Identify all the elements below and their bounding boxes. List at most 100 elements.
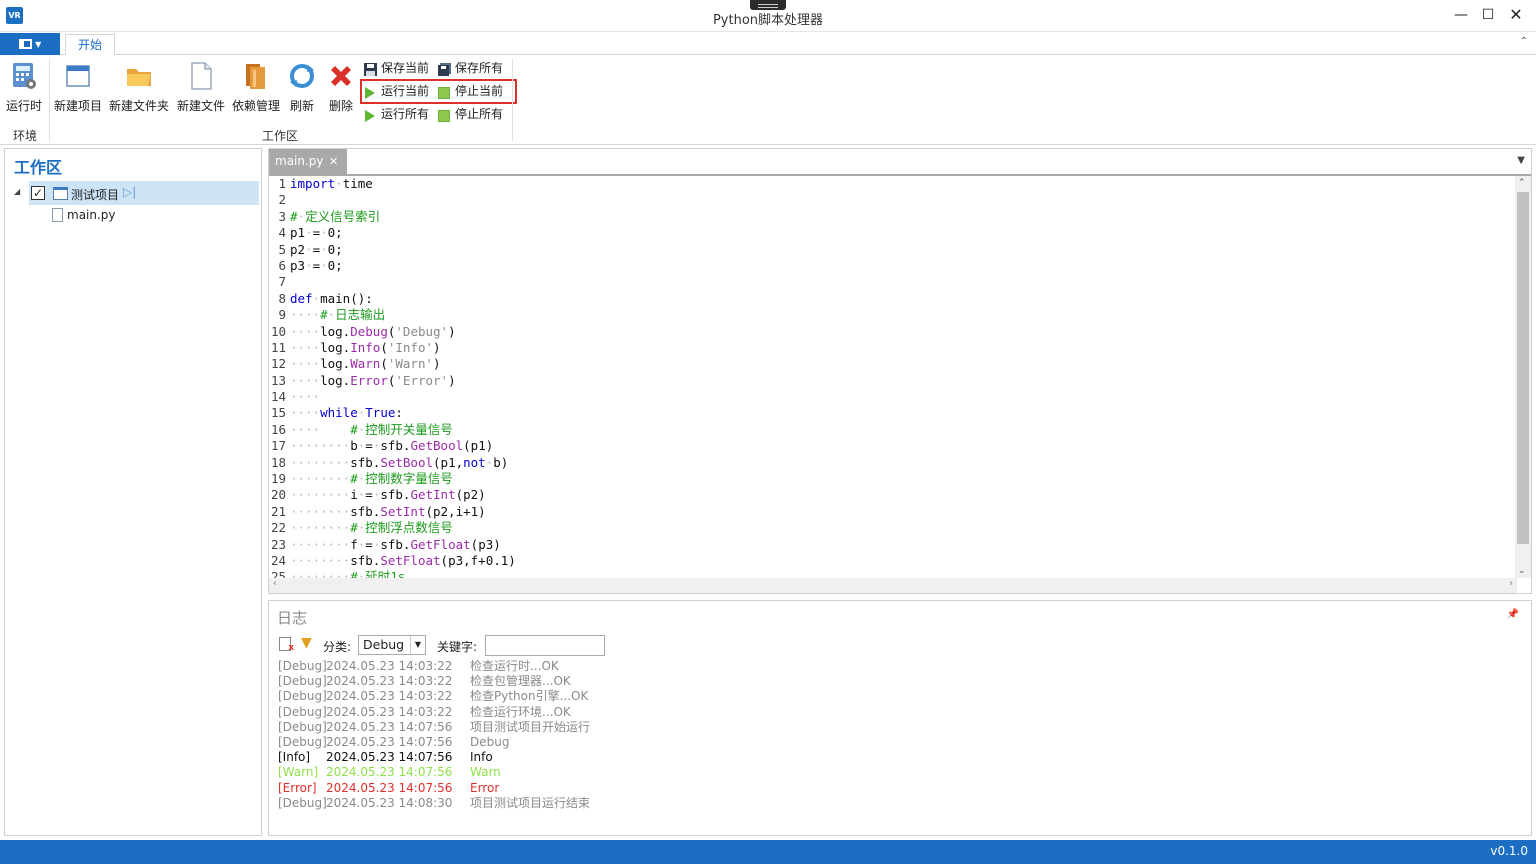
delete-button[interactable]: 删除 [324,59,358,117]
chevron-down-icon[interactable]: ▼ [1517,155,1525,166]
code-line[interactable]: 9 ····#·日志输出 [269,307,1517,323]
code-text: ········sfb.SetBool(p1,not·b) [290,454,509,470]
log-time: 2024.05.23 14:07:56 [326,780,453,795]
pin-icon[interactable]: 📌 [1507,609,1519,620]
code-line[interactable]: 2 [269,192,1517,208]
close-button[interactable]: ✕ [1503,4,1529,26]
log-level: [Debug] [278,704,327,719]
code-line[interactable]: 14 ···· [269,389,1517,405]
editor-tab-main[interactable]: main.py ✕ [269,149,347,174]
delete-x-icon [327,61,355,91]
code-line[interactable]: 20 ········i·=·sfb.GetInt(p2) [269,487,1517,503]
maximize-button[interactable]: ☐ [1475,4,1501,26]
code-line[interactable]: 4 p1·=·0; [269,225,1517,241]
log-level: [Error] [278,780,317,795]
log-level: [Debug] [278,689,327,704]
code-line[interactable]: 18 ········sfb.SetBool(p1,not·b) [269,455,1517,471]
stop-icon [437,108,451,123]
code-line[interactable]: 15 ····while·True: [269,405,1517,421]
category-label: 分类: [323,640,352,654]
minimize-button[interactable]: — [1448,4,1474,26]
line-number: 8 [278,290,286,306]
line-number: 25 [270,569,286,578]
code-line[interactable]: 13 ····log.Error('Error') [269,373,1517,389]
filter-icon[interactable]: ▼ [301,635,312,651]
log-message: 检查包管理器...OK [470,674,571,689]
stop-all-button[interactable]: 停止所有 [436,104,503,124]
code-text: ········i·=·sfb.GetInt(p2) [290,487,486,503]
dependency-button[interactable]: 依赖管理 [230,59,282,117]
code-line[interactable]: 22 ········#·控制浮点数信号 [269,520,1517,536]
runtime-button[interactable]: 运行时 [4,59,44,117]
run-all-button[interactable]: 运行所有 [362,104,429,124]
close-icon[interactable]: ✕ [329,149,338,174]
title-bar: VR Python脚本处理器 — ☐ ✕ [0,0,1536,32]
scrollbar-thumb[interactable] [1517,192,1529,544]
code-line[interactable]: 8 def·main(): [269,291,1517,307]
save-all-button[interactable]: 保存所有 [436,58,503,78]
save-current-button[interactable]: 保存当前 [362,58,429,78]
new-folder-button[interactable]: 新建文件夹 [107,59,171,117]
code-line[interactable]: 1 import·time [269,176,1517,192]
log-time: 2024.05.23 14:07:56 [326,719,453,734]
calculator-gear-icon [10,61,38,91]
code-line[interactable]: 3 #·定义信号索引 [269,209,1517,225]
code-line[interactable]: 6 p3·=·0; [269,258,1517,274]
code-line[interactable]: 7 [269,274,1517,290]
line-number: 21 [270,503,286,519]
highlight-box [360,79,517,104]
log-level: [Debug] [278,719,327,734]
code-line[interactable]: 24 ········sfb.SetFloat(p3,f+0.1) [269,553,1517,569]
code-line[interactable]: 19 ········#·控制数字量信号 [269,471,1517,487]
code-line[interactable]: 25 ········#·延时1s [269,569,1517,578]
drag-handle[interactable] [750,0,786,10]
new-project-button[interactable]: 新建项目 [52,59,104,117]
code-text: p1·=·0; [290,225,343,241]
code-text: ········f·=·sfb.GetFloat(p3) [290,536,501,552]
app-menu-button[interactable]: ▼ [0,33,60,55]
line-number: 20 [270,487,286,503]
code-line[interactable]: 10 ····log.Debug('Debug') [269,324,1517,340]
code-line[interactable]: 17 ········b·=·sfb.GetBool(p1) [269,438,1517,454]
code-text: ····log.Debug('Debug') [290,323,456,339]
code-line[interactable]: 11 ····log.Info('Info') [269,340,1517,356]
tree-expand-icon[interactable]: ◢ [14,187,20,196]
line-number: 13 [270,372,286,388]
tree-file-label[interactable]: main.py [67,208,116,222]
clear-log-icon[interactable]: x [279,637,294,653]
code-text: ···· #·控制开关量信号 [290,421,453,437]
log-time: 2024.05.23 14:08:30 [326,795,453,810]
running-indicator-icon: ▷| [123,185,137,199]
ribbon-collapse-icon[interactable]: ⌃ [1520,36,1528,47]
new-folder-label: 新建文件夹 [108,99,169,113]
log-level: [Debug] [278,735,327,749]
log-message: Warn [470,765,501,780]
code-line[interactable]: 5 p2·=·0; [269,242,1517,258]
log-message: Debug [470,735,510,749]
window-title: Python脚本处理器 [712,13,824,28]
ribbon-tab-bar: ▼ 开始 ⌃ [0,33,1536,56]
code-text: ···· [290,389,321,405]
log-level: [Warn] [278,765,319,780]
ribbon: 运行时 新建项目 新建文件夹 新建文件 依赖管理 刷新 删除 保存当前 保存所有… [0,55,1536,145]
code-line[interactable]: 12 ····log.Warn('Warn') [269,356,1517,372]
window-icon [53,187,68,200]
new-file-button[interactable]: 新建文件 [175,59,227,117]
line-number: 11 [270,339,286,355]
version-label: v0.1.0 [1490,844,1528,858]
code-area[interactable]: 1 import·time 2 3 #·定义信号索引 4 p1·=·0; 5 p2·=·0; 6 p… [269,176,1517,578]
horizontal-scrollbar[interactable]: ‹ › [269,578,1517,593]
line-number: 6 [278,257,286,273]
code-line[interactable]: 16 ···· #·控制开关量信号 [269,422,1517,438]
log-time: 2024.05.23 14:03:22 [326,689,453,704]
tree-project-label: 测试项目 [71,188,120,202]
keyword-input[interactable] [485,635,605,656]
code-line[interactable]: 23 ········f·=·sfb.GetFloat(p3) [269,537,1517,553]
project-checkbox[interactable]: ✓ [31,186,45,200]
category-select[interactable]: Debug ▼ [358,635,426,655]
code-line[interactable]: 21 ········sfb.SetInt(p2,i+1) [269,504,1517,520]
save-all-label: 保存所有 [455,61,504,75]
vertical-scrollbar[interactable]: ⌃ ⌄ [1515,176,1531,578]
refresh-button[interactable]: 刷新 [285,59,319,117]
tab-start[interactable]: 开始 [65,34,115,56]
